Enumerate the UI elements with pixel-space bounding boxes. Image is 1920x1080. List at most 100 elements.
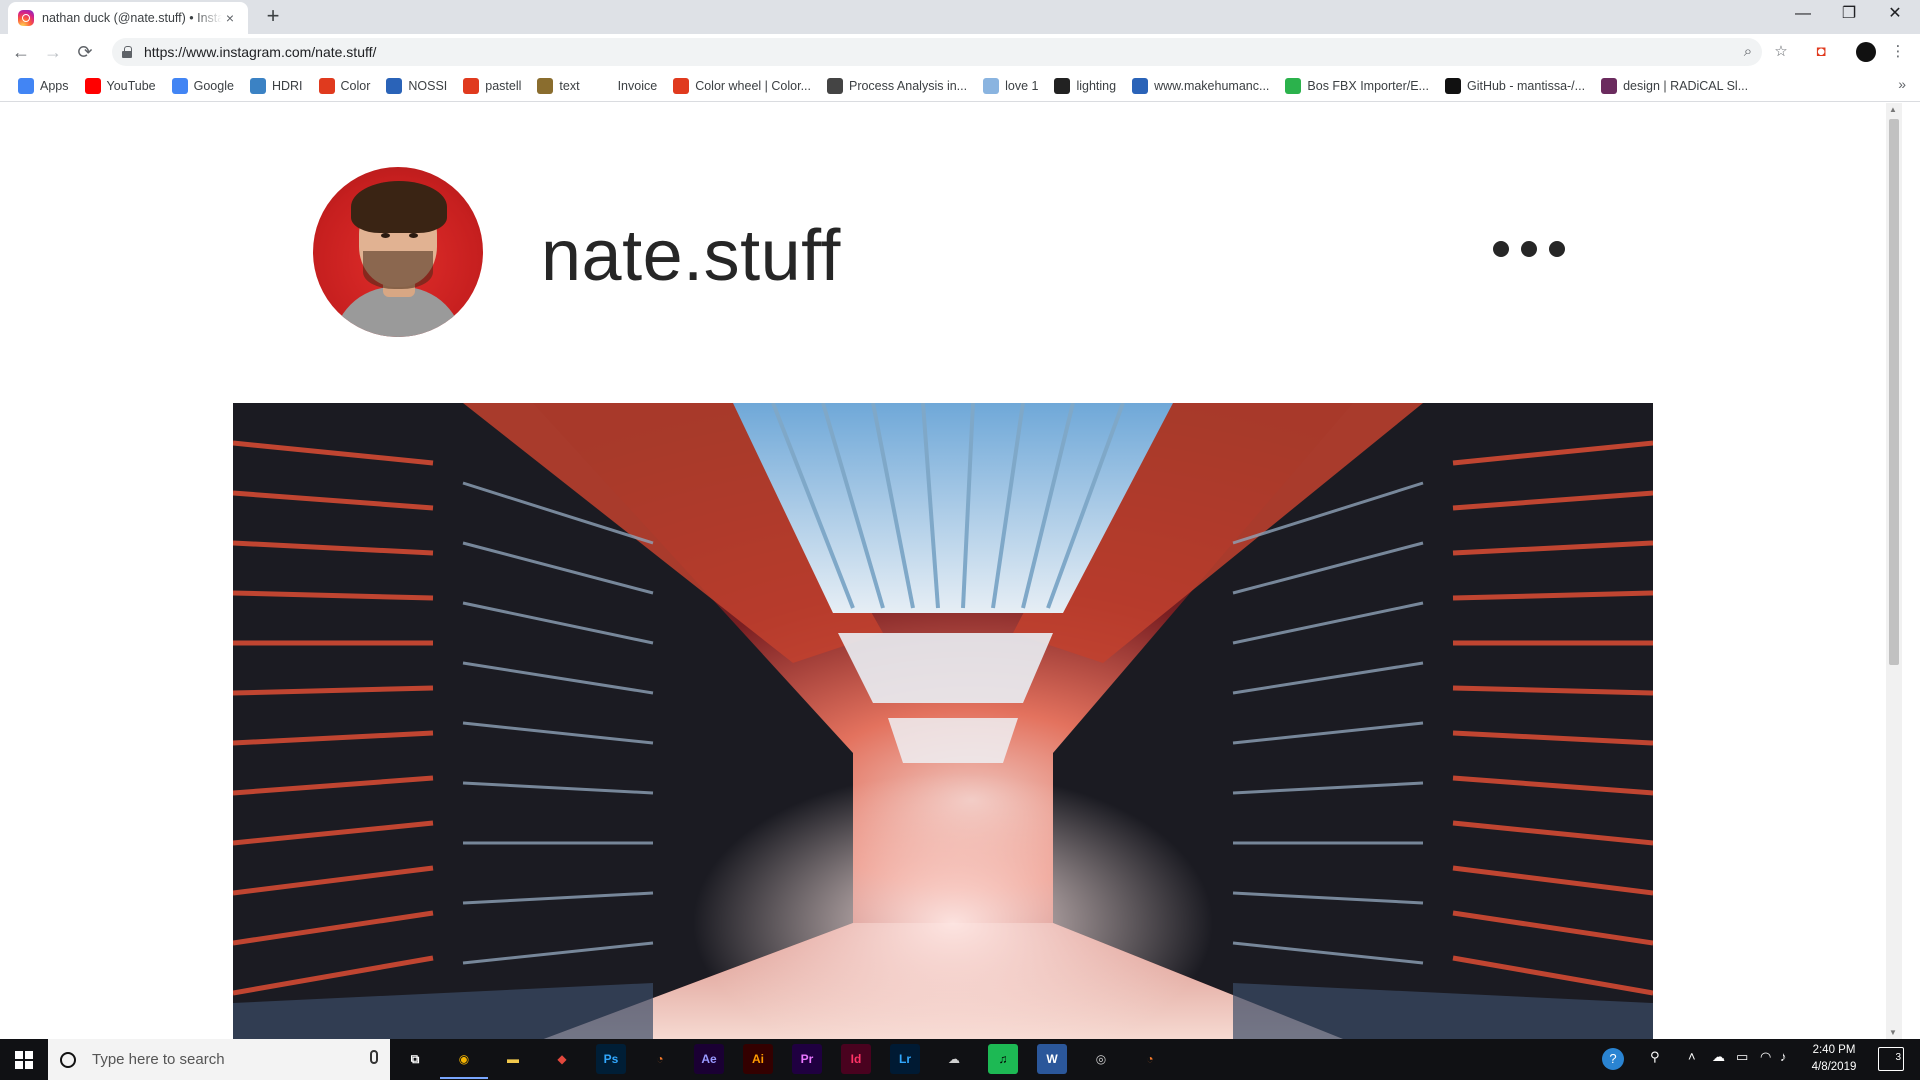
- microphone-icon[interactable]: [370, 1050, 378, 1064]
- battery-icon[interactable]: ▭: [1736, 1049, 1748, 1065]
- profile-avatar[interactable]: [313, 167, 483, 337]
- wifi-icon[interactable]: ◠: [1760, 1049, 1771, 1065]
- bookmark-item[interactable]: HDRI: [244, 74, 309, 98]
- clock-date: 4/8/2019: [1811, 1061, 1857, 1073]
- start-button[interactable]: [0, 1039, 48, 1080]
- after-effects-taskbar-icon[interactable]: Ae: [694, 1044, 724, 1074]
- bookmark-item[interactable]: pastell: [457, 74, 527, 98]
- sci-fi-corridor-image: [233, 403, 1653, 1039]
- bookmark-item[interactable]: Color wheel | Color...: [667, 74, 817, 98]
- zoom-icon[interactable]: ⌕: [1737, 42, 1759, 64]
- tray-overflow-icon[interactable]: ˄: [1688, 1049, 1696, 1064]
- bookmark-label: Google: [193, 78, 234, 93]
- bookmark-item[interactable]: Process Analysis in...: [821, 74, 973, 98]
- more-options-icon[interactable]: [1493, 241, 1565, 257]
- scrollbar-thumb[interactable]: [1889, 119, 1899, 665]
- bookmark-item[interactable]: text: [531, 74, 585, 98]
- youtube-icon: [84, 77, 101, 94]
- post-image[interactable]: [233, 403, 1653, 1039]
- close-window-button[interactable]: ✕: [1872, 0, 1918, 30]
- illustrator-taskbar-icon[interactable]: Ai: [743, 1044, 773, 1074]
- bookmark-item[interactable]: Apps: [12, 74, 75, 98]
- chrome-taskbar-icon[interactable]: ◉: [440, 1044, 488, 1079]
- taskbar-search-placeholder[interactable]: Type here to search: [92, 1051, 225, 1068]
- lock-icon[interactable]: [122, 46, 132, 58]
- forward-button[interactable]: →: [40, 40, 66, 66]
- bookmark-item[interactable]: love 1: [977, 74, 1044, 98]
- avatar-eye-left: [381, 233, 390, 238]
- bookmark-item[interactable]: GitHub - mantissa-/...: [1439, 74, 1591, 98]
- bookmark-item[interactable]: Google: [166, 74, 240, 98]
- makehuman-icon: [1132, 77, 1149, 94]
- indesign-taskbar-icon[interactable]: Id: [841, 1044, 871, 1074]
- bookmark-item[interactable]: Bos FBX Importer/E...: [1279, 74, 1435, 98]
- lighting-icon: [1054, 77, 1071, 94]
- task-view-taskbar-icon[interactable]: ⧉: [400, 1044, 430, 1074]
- bookmark-item[interactable]: YouTube: [79, 74, 162, 98]
- bookmark-label: Color wheel | Color...: [695, 78, 811, 93]
- blank-icon: [595, 77, 612, 94]
- chrome-menu-icon[interactable]: ⋮: [1887, 42, 1909, 64]
- bookmark-item[interactable]: Color: [313, 74, 377, 98]
- bookmark-item[interactable]: design | RADiCAL Sl...: [1595, 74, 1754, 98]
- bookmark-item[interactable]: Invoice: [590, 74, 664, 98]
- bookmarks-overflow-icon[interactable]: »: [1898, 76, 1906, 92]
- page-scrollbar[interactable]: ▲ ▼: [1886, 103, 1902, 1039]
- browser-tab-active[interactable]: nathan duck (@nate.stuff) • Instagram ph…: [8, 2, 248, 34]
- people-icon[interactable]: ⚲: [1650, 1049, 1660, 1065]
- taskbar-search-input[interactable]: Type here to search: [48, 1039, 390, 1080]
- system-clock[interactable]: 2:40 PM 4/8/2019: [1794, 1042, 1874, 1076]
- bookmark-item[interactable]: NOSSI: [380, 74, 453, 98]
- browser-toolbar: ← → ⟳ https://www.instagram.com/nate.stu…: [0, 34, 1920, 70]
- blender-taskbar-icon[interactable]: ◔: [645, 1044, 675, 1074]
- bos-icon: [1285, 77, 1302, 94]
- bookmark-star-icon[interactable]: ☆: [1770, 42, 1792, 64]
- apps-grid-icon: [18, 77, 34, 94]
- notification-count: 3: [1895, 1052, 1901, 1063]
- reload-button[interactable]: ⟳: [72, 40, 98, 66]
- instagram-favicon-icon: [18, 10, 34, 26]
- tab-close-icon[interactable]: ×: [222, 10, 238, 26]
- word-taskbar-icon[interactable]: W: [1037, 1044, 1067, 1074]
- lightroom-taskbar-icon[interactable]: Lr: [890, 1044, 920, 1074]
- adobe-icon: [318, 77, 335, 94]
- file-explorer-taskbar-icon[interactable]: ▬: [498, 1044, 528, 1074]
- substance-taskbar-icon[interactable]: ◆: [547, 1044, 577, 1074]
- bookmark-item[interactable]: www.makehumanc...: [1126, 74, 1275, 98]
- minimize-button[interactable]: —: [1780, 0, 1826, 30]
- github-icon: [1444, 77, 1461, 94]
- scroll-down-icon[interactable]: ▼: [1889, 1028, 1897, 1037]
- hdri-icon: [249, 77, 266, 94]
- url-text[interactable]: https://www.instagram.com/nate.stuff/: [144, 44, 376, 60]
- restore-button[interactable]: ❐: [1826, 0, 1872, 30]
- back-button[interactable]: ←: [8, 40, 34, 66]
- cloud-sync-icon[interactable]: ☁: [1712, 1049, 1725, 1065]
- bookmark-label: Color: [340, 78, 371, 93]
- photoshop-taskbar-icon[interactable]: Ps: [596, 1044, 626, 1074]
- scroll-up-icon[interactable]: ▲: [1889, 105, 1897, 114]
- process-icon: [826, 77, 843, 94]
- extension-icon[interactable]: ◘: [1810, 42, 1832, 64]
- cortana-icon[interactable]: [60, 1051, 76, 1068]
- premiere-taskbar-icon[interactable]: Pr: [792, 1044, 822, 1074]
- windows-logo-icon: [25, 1061, 33, 1069]
- bookmark-label: design | RADiCAL Sl...: [1623, 78, 1749, 93]
- bookmark-item[interactable]: lighting: [1048, 74, 1122, 98]
- bookmark-label: pastell: [485, 78, 522, 93]
- bookmark-label: www.makehumanc...: [1154, 78, 1270, 93]
- blender-2-taskbar-icon[interactable]: ◔: [1135, 1044, 1165, 1074]
- windows-logo-icon: [25, 1051, 33, 1059]
- app-cloud-taskbar-icon[interactable]: ☁: [939, 1044, 969, 1074]
- profile-avatar-icon[interactable]: [1856, 42, 1876, 62]
- spotify-taskbar-icon[interactable]: ♫: [988, 1044, 1018, 1074]
- bookmark-label: NOSSI: [408, 78, 448, 93]
- obs-taskbar-icon[interactable]: ◎: [1086, 1044, 1116, 1074]
- nossi-icon: [386, 77, 403, 94]
- address-bar[interactable]: https://www.instagram.com/nate.stuff/: [112, 38, 1762, 66]
- google-icon: [171, 77, 188, 94]
- bookmarks-bar: Apps YouTube Google HDRI Color NOSSI pastell te…: [0, 70, 1920, 102]
- volume-icon[interactable]: ♪: [1780, 1049, 1787, 1064]
- new-tab-button[interactable]: +: [260, 5, 286, 29]
- help-icon[interactable]: ?: [1602, 1048, 1624, 1070]
- action-center-icon[interactable]: 3: [1878, 1047, 1904, 1071]
